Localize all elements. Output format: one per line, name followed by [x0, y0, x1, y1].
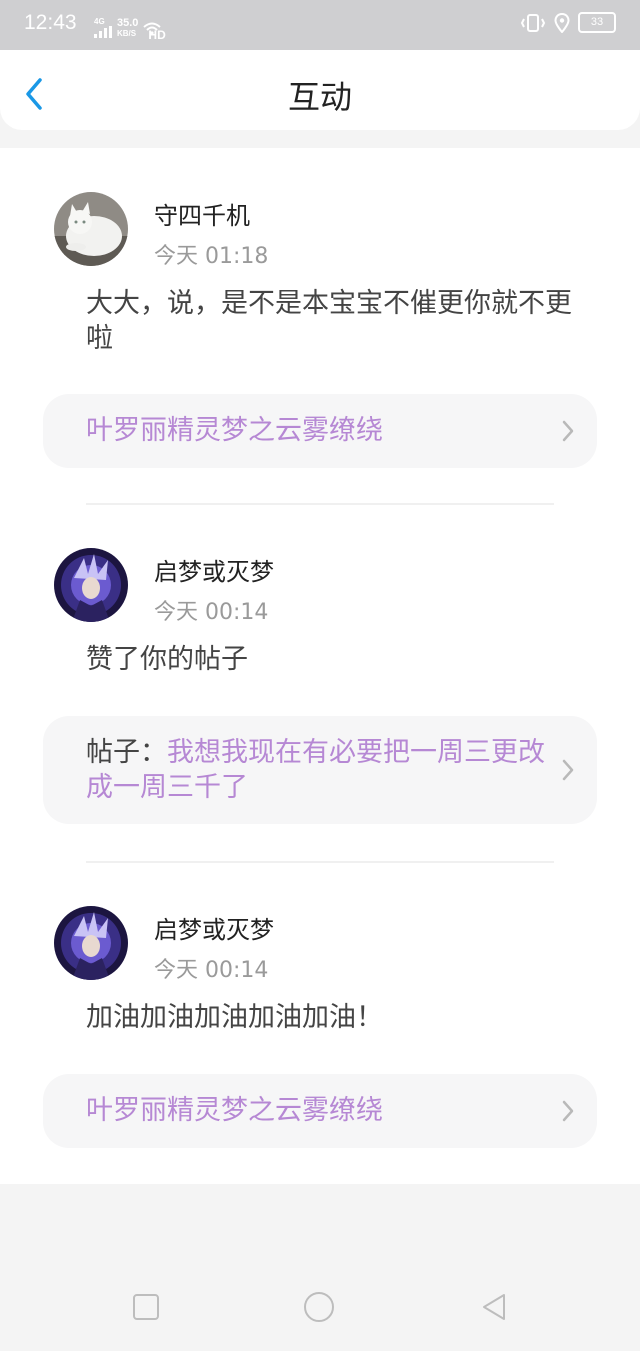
- network-indicator: 4G 35.0 KB/S HD: [94, 14, 166, 41]
- avatar[interactable]: [54, 192, 128, 266]
- post-link-text: 帖子：我想我现在有必要把一周三更改成一周三千了: [86, 735, 546, 805]
- chevron-right-icon: [562, 759, 574, 781]
- post-link-text: 叶罗丽精灵梦之云雾缭绕: [86, 1093, 546, 1128]
- anime-avatar-image: [54, 548, 128, 622]
- status-bar: 12:43 4G 35.0 KB/S HD 33: [0, 0, 640, 50]
- battery-icon: 33: [578, 12, 616, 33]
- post-link-card[interactable]: 叶罗丽精灵梦之云雾缭绕: [43, 394, 597, 468]
- username[interactable]: 启梦或灭梦: [154, 910, 274, 945]
- message-text: 加油加油加油加油加油！: [86, 1002, 383, 1033]
- post-link-card[interactable]: 叶罗丽精灵梦之云雾缭绕: [43, 1074, 597, 1148]
- interaction-list: 守四千机 今天 01:18 大大，说，是不是本宝宝不催更你就不更啦 叶罗丽精灵梦…: [0, 148, 640, 1184]
- username[interactable]: 启梦或灭梦: [154, 552, 274, 587]
- message-text: 大大，说，是不是本宝宝不催更你就不更啦: [86, 288, 572, 354]
- signal-icon: [94, 26, 112, 38]
- list-item: 启梦或灭梦 今天 00:14 加油加油加油加油加油！ 叶罗丽精灵梦之云雾缭绕: [0, 862, 640, 1192]
- cat-avatar-image: [54, 192, 128, 266]
- avatar[interactable]: [54, 548, 128, 622]
- post-link-card[interactable]: 帖子：我想我现在有必要把一周三更改成一周三千了: [43, 716, 597, 824]
- location-icon: [554, 12, 570, 33]
- status-right: 33: [520, 12, 616, 33]
- hd-badge: HD: [148, 28, 166, 42]
- avatar[interactable]: [54, 906, 128, 980]
- page-title: 互动: [287, 78, 352, 116]
- app-header: 互动: [0, 50, 640, 130]
- system-nav-bar: [0, 1252, 640, 1351]
- timestamp: 今天 00:14: [154, 958, 269, 983]
- triangle-back-icon[interactable]: [477, 1290, 511, 1324]
- list-item: 启梦或灭梦 今天 00:14 赞了你的帖子 帖子：我想我现在有必要把一周三更改成…: [0, 504, 640, 864]
- post-title: 叶罗丽精灵梦之云雾缭绕: [86, 1095, 383, 1126]
- square-icon[interactable]: [129, 1290, 163, 1324]
- status-time: 12:43: [24, 11, 77, 34]
- post-link-prefix: 帖子：: [86, 737, 167, 768]
- timestamp: 今天 01:18: [154, 244, 269, 269]
- chevron-right-icon: [562, 1100, 574, 1122]
- network-speed: 35.0: [117, 16, 139, 29]
- post-title: 叶罗丽精灵梦之云雾缭绕: [86, 415, 383, 446]
- username[interactable]: 守四千机: [154, 196, 250, 231]
- anime-avatar-image: [54, 906, 128, 980]
- message-text: 赞了你的帖子: [86, 644, 248, 675]
- post-link-text: 叶罗丽精灵梦之云雾缭绕: [86, 413, 546, 448]
- vibrate-icon: [520, 13, 546, 32]
- list-item: 守四千机 今天 01:18 大大，说，是不是本宝宝不催更你就不更啦 叶罗丽精灵梦…: [0, 148, 640, 478]
- circle-icon[interactable]: [302, 1290, 336, 1324]
- chevron-right-icon: [562, 420, 574, 442]
- timestamp: 今天 00:14: [154, 600, 269, 625]
- network-speed-unit: KB/S: [117, 28, 137, 38]
- network-type: 4G: [94, 17, 105, 26]
